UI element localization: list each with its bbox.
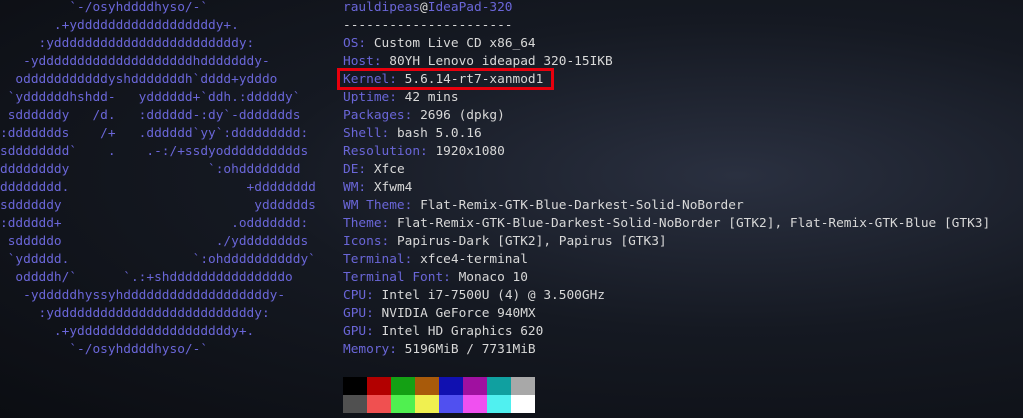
info-row-wm: WM: Xfwm4 <box>343 180 413 195</box>
info-value-de: Xfce <box>373 162 405 177</box>
ascii-logo-line: ddddddddy `:ohdddddddd <box>0 162 301 177</box>
info-key-gpu-1: GPU <box>343 306 367 321</box>
ascii-logo-line: oddddh/` `.:+shdddddddddddddddo <box>0 270 293 285</box>
info-value-host: 80YH Lenovo ideapad 320-15IKB <box>389 54 613 69</box>
info-value-wm: Xfwm4 <box>373 180 413 195</box>
distro-ascii-logo: `-/osyhddddhyso/-` .+ydddddddddddddddddd… <box>0 0 330 369</box>
palette-row-bright <box>343 395 535 413</box>
info-row-gpu-1: GPU: NVIDIA GeForce 940MX <box>343 306 536 321</box>
info-value-packages: 2696 (dpkg) <box>420 108 505 123</box>
info-key-host: Host <box>343 54 374 69</box>
ascii-logo-line: `yddddd. `:ohddddddddddy` <box>0 252 316 267</box>
username: rauldipeas <box>343 0 421 15</box>
info-row-shell: Shell: bash 5.0.16 <box>343 126 482 141</box>
at-sign: @ <box>420 0 428 15</box>
info-key-shell: Shell <box>343 126 382 141</box>
info-row-cpu: CPU: Intel i7-7500U (4) @ 3.500GHz <box>343 288 605 303</box>
separator-line: ---------------------- <box>343 17 1023 35</box>
color-swatch-bright-3 <box>415 395 439 413</box>
color-swatch-bright-2 <box>391 395 415 413</box>
info-value-uptime: 42 mins <box>404 90 459 105</box>
ascii-logo-line: odddddddddddyshdddddddh`dddd+ydddo <box>0 72 278 87</box>
color-swatch-bright-1 <box>367 395 391 413</box>
info-row-de: DE: Xfce <box>343 162 405 177</box>
info-value-gpu-1: NVIDIA GeForce 940MX <box>381 306 536 321</box>
ascii-logo-line: -ydddddhyssyhdddddddddddddddddddy- <box>0 288 286 303</box>
info-row-memory: Memory: 5196MiB / 7731MiB <box>343 342 536 357</box>
color-swatch-normal-2 <box>391 377 415 395</box>
info-value-resolution: 1920x1080 <box>435 144 505 159</box>
color-swatch-bright-0 <box>343 395 367 413</box>
ascii-logo-line: .+yddddddddddddddddddddy+. <box>0 324 255 339</box>
color-swatch-normal-4 <box>439 377 463 395</box>
info-value-shell: bash 5.0.16 <box>396 126 482 141</box>
info-value-os: Custom Live CD x86_64 <box>373 36 536 51</box>
info-row-uptime: Uptime: 42 mins <box>343 90 459 105</box>
color-swatch-bright-4 <box>439 395 463 413</box>
ascii-logo-line: sdddddo ./ydddddddds <box>0 234 309 249</box>
info-row-os: OS: Custom Live CD x86_64 <box>343 36 536 51</box>
info-key-wm: WM <box>343 180 359 195</box>
info-value-terminal: xfce4-terminal <box>420 252 528 267</box>
info-key-gpu-2: GPU <box>343 324 367 339</box>
system-info-panel: rauldipeas@IdeaPad-320 -----------------… <box>343 0 1023 359</box>
info-value-gpu-2: Intel HD Graphics 620 <box>381 324 544 339</box>
ascii-logo-line: `-/osyhddddhyso/-` <box>0 0 209 15</box>
info-key-terminal: Terminal <box>343 252 405 267</box>
info-row-packages: Packages: 2696 (dpkg) <box>343 108 505 123</box>
palette-row-normal <box>343 377 535 395</box>
info-row-gpu-2: GPU: Intel HD Graphics 620 <box>343 324 544 339</box>
info-key-de: DE <box>343 162 359 177</box>
color-swatch-normal-7 <box>511 377 535 395</box>
kernel-highlight-box <box>337 68 554 90</box>
info-key-terminal-font: Terminal Font <box>343 270 444 285</box>
ascii-logo-line: `yddddddhshdd- ydddddd+`ddh.:dddddy` <box>0 90 301 105</box>
ascii-logo-line: :dddddd+ .oddddddd: <box>0 216 309 231</box>
hostname: IdeaPad-320 <box>427 0 513 15</box>
color-swatch-bright-6 <box>487 395 511 413</box>
ascii-logo-line: sddddddy ydddddds <box>0 198 316 213</box>
ascii-logo-line: :ddddddds /+ .dddddd`yy`:ddddddddd: <box>0 126 309 141</box>
color-swatch-bright-5 <box>463 395 487 413</box>
color-palette <box>343 377 535 415</box>
ascii-logo-line: sddddddy /d. :dddddd-:dy`-ddddddds <box>0 108 301 123</box>
color-swatch-normal-0 <box>343 377 367 395</box>
info-value-terminal-font: Monaco 10 <box>458 270 528 285</box>
color-swatch-normal-3 <box>415 377 439 395</box>
ascii-logo-line: sdddddddd` . .-:/+ssdyodddddddddds <box>0 144 309 159</box>
color-swatch-normal-1 <box>367 377 391 395</box>
separator: ---------------------- <box>343 18 513 33</box>
info-key-theme: Theme <box>343 216 382 231</box>
info-value-cpu: Intel i7-7500U (4) @ 3.500GHz <box>381 288 605 303</box>
info-value-wm-theme: Flat-Remix-GTK-Blue-Darkest-Solid-NoBord… <box>420 198 744 213</box>
info-key-resolution: Resolution <box>343 144 421 159</box>
info-row-icons: Icons: Papirus-Dark [GTK2], Papirus [GTK… <box>343 234 667 249</box>
info-key-uptime: Uptime <box>343 90 390 105</box>
ascii-logo-line: -yddddddddddddddddddddhdddddddy- <box>0 54 270 69</box>
info-row-wm-theme: WM Theme: Flat-Remix-GTK-Blue-Darkest-So… <box>343 198 744 213</box>
info-row-terminal-font: Terminal Font: Monaco 10 <box>343 270 528 285</box>
info-key-packages: Packages <box>343 108 405 123</box>
info-key-icons: Icons <box>343 234 382 249</box>
info-key-wm-theme: WM Theme <box>343 198 405 213</box>
ascii-logo-line: :yddddddddddddddddddddddddy: <box>0 36 255 51</box>
info-row-theme: Theme: Flat-Remix-GTK-Blue-Darkest-Solid… <box>343 216 991 231</box>
info-value-icons: Papirus-Dark [GTK2], Papirus [GTK3] <box>396 234 667 249</box>
ascii-logo-line: .+yddddddddddddddddddy+. <box>0 18 239 33</box>
userhost-line: rauldipeas@IdeaPad-320 <box>343 0 1023 17</box>
ascii-logo-line: :yddddddddddddddddddddddddddy: <box>0 306 270 321</box>
color-swatch-normal-5 <box>463 377 487 395</box>
terminal-window[interactable]: `-/osyhddddhyso/-` .+ydddddddddddddddddd… <box>0 0 1023 418</box>
info-value-theme: Flat-Remix-GTK-Blue-Darkest-Solid-NoBord… <box>396 216 991 231</box>
info-row-resolution: Resolution: 1920x1080 <box>343 144 505 159</box>
info-key-memory: Memory <box>343 342 390 357</box>
info-key-os: OS <box>343 36 359 51</box>
info-key-cpu: CPU <box>343 288 367 303</box>
ascii-logo-line: dddddddd. +dddddddd <box>0 180 316 195</box>
color-swatch-normal-6 <box>487 377 511 395</box>
info-row-terminal: Terminal: xfce4-terminal <box>343 252 528 267</box>
color-swatch-bright-7 <box>511 395 535 413</box>
ascii-logo-line: `-/osyhddddhyso/-` <box>0 342 209 357</box>
info-value-memory: 5196MiB / 7731MiB <box>404 342 536 357</box>
